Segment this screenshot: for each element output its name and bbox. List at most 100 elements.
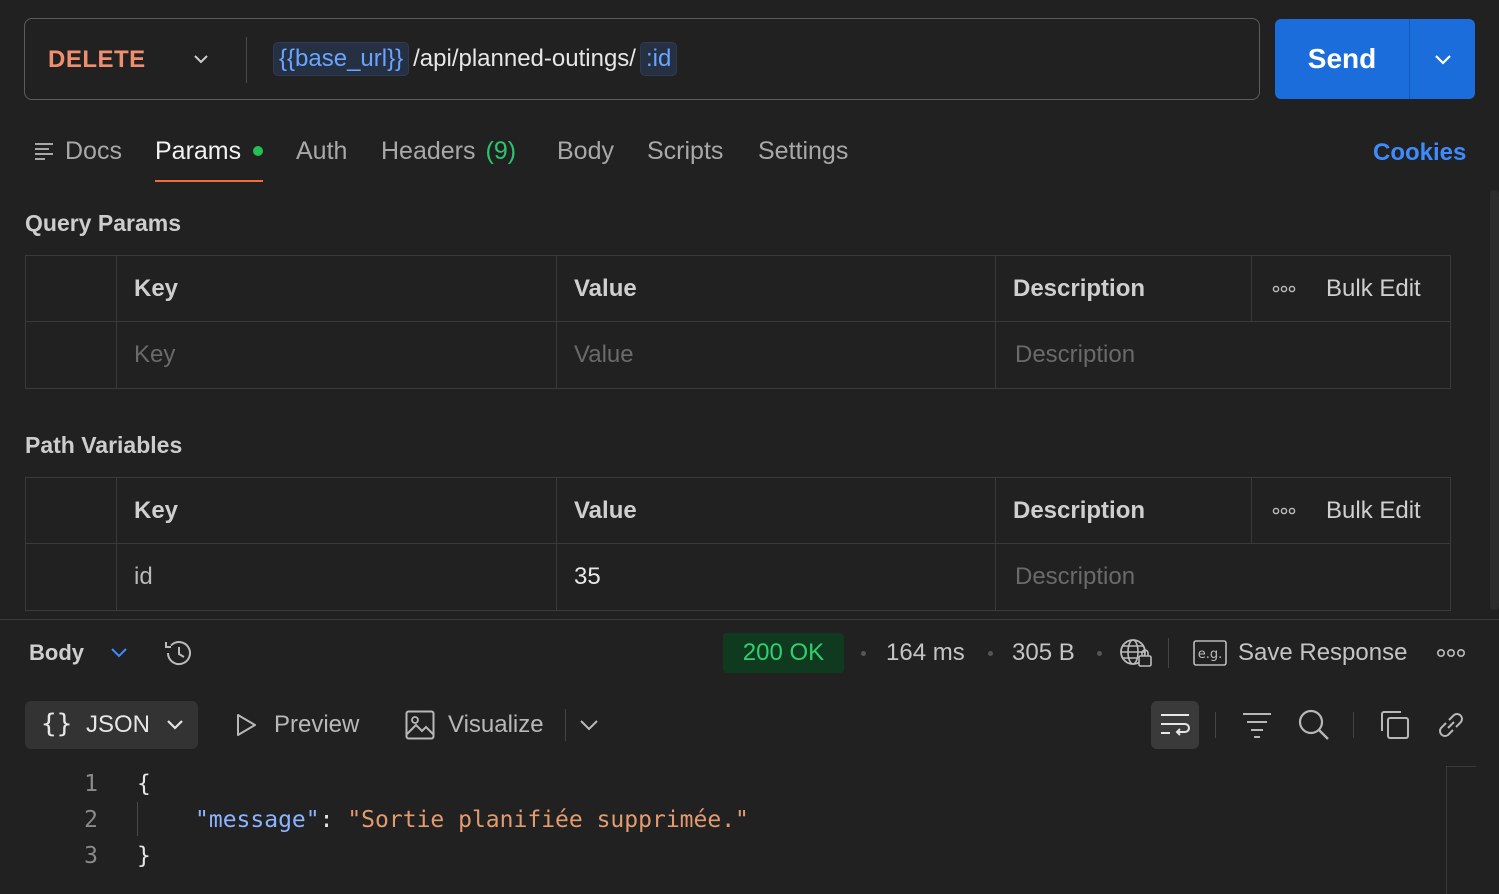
tab-body[interactable]: Body bbox=[557, 134, 614, 168]
preview-button[interactable]: Preview bbox=[274, 711, 359, 739]
filter-icon[interactable] bbox=[1242, 711, 1272, 739]
more-options-icon[interactable] bbox=[1272, 284, 1296, 294]
response-body-label[interactable]: Body bbox=[29, 640, 84, 666]
divider bbox=[1215, 712, 1216, 738]
wrap-lines-icon bbox=[1160, 711, 1190, 739]
example-icon: e.g. bbox=[1193, 640, 1227, 666]
tab-headers[interactable]: Headers (9) bbox=[381, 134, 516, 168]
tab-scripts[interactable]: Scripts bbox=[647, 134, 723, 168]
table-actions: Bulk Edit bbox=[1251, 478, 1451, 544]
tab-settings[interactable]: Settings bbox=[758, 134, 848, 168]
value-input[interactable]: Value bbox=[556, 322, 995, 388]
image-icon[interactable] bbox=[405, 710, 435, 740]
url-variable[interactable]: {{base_url}} bbox=[273, 42, 410, 76]
table-row: Key Value Description bbox=[26, 322, 1450, 388]
path-variables-title: Path Variables bbox=[25, 432, 183, 458]
tab-body-label: Body bbox=[557, 136, 614, 165]
globe-lock-icon[interactable] bbox=[1119, 637, 1155, 669]
description-input[interactable]: Description bbox=[995, 544, 1451, 610]
docs-icon bbox=[33, 140, 55, 162]
url-input[interactable]: {{base_url}} /api/planned-outings/ :id bbox=[273, 42, 678, 76]
table-header-row: Key Value Description Bulk Edit bbox=[26, 478, 1450, 544]
active-indicator-dot bbox=[253, 146, 264, 156]
chevron-down-icon[interactable] bbox=[108, 642, 130, 662]
table-row: id 35 Description bbox=[26, 544, 1450, 610]
format-label: JSON bbox=[86, 711, 151, 738]
row-checkbox-cell bbox=[26, 322, 116, 388]
more-options-icon[interactable] bbox=[1436, 647, 1466, 659]
status-badge[interactable]: 200 OK bbox=[723, 633, 844, 673]
json-value: "Sortie planifiée supprimée." bbox=[347, 807, 749, 833]
divider bbox=[1409, 19, 1410, 99]
tab-auth-label: Auth bbox=[296, 136, 348, 165]
tab-auth[interactable]: Auth bbox=[296, 134, 347, 168]
tab-params-label: Params bbox=[155, 136, 242, 165]
tab-params[interactable]: Params bbox=[155, 134, 264, 168]
visualize-button[interactable]: Visualize bbox=[448, 711, 544, 739]
separator-dot bbox=[988, 651, 993, 656]
link-icon[interactable] bbox=[1434, 708, 1468, 742]
json-colon: : bbox=[319, 807, 348, 833]
key-cell: id bbox=[116, 544, 556, 610]
query-params-table: Key Value Description Bulk Edit Key Valu… bbox=[25, 255, 1451, 389]
save-response-button[interactable]: Save Response bbox=[1238, 639, 1407, 667]
table-header-row: Key Value Description Bulk Edit bbox=[26, 256, 1450, 322]
svg-text:e.g.: e.g. bbox=[1198, 647, 1223, 662]
chevron-down-icon bbox=[165, 717, 185, 733]
tab-settings-label: Settings bbox=[758, 136, 849, 165]
description-input[interactable]: Description bbox=[995, 322, 1451, 388]
format-select[interactable]: {} JSON bbox=[25, 701, 198, 749]
separator-dot bbox=[1097, 651, 1102, 656]
send-button[interactable]: Send bbox=[1275, 19, 1409, 99]
column-header-key: Key bbox=[116, 256, 556, 322]
key-input[interactable]: Key bbox=[116, 322, 556, 388]
checkbox-column bbox=[26, 478, 116, 544]
minimap-border bbox=[1446, 766, 1447, 894]
url-path-param[interactable]: :id bbox=[639, 42, 678, 76]
code-line: } bbox=[137, 843, 151, 869]
cookies-link[interactable]: Cookies bbox=[1373, 139, 1466, 167]
column-header-key: Key bbox=[116, 478, 556, 544]
query-params-title: Query Params bbox=[25, 210, 181, 236]
copy-icon[interactable] bbox=[1379, 709, 1411, 741]
search-icon[interactable] bbox=[1297, 708, 1331, 742]
bulk-edit-button[interactable]: Bulk Edit bbox=[1326, 275, 1421, 303]
table-actions: Bulk Edit bbox=[1251, 256, 1451, 322]
tab-docs-label: Docs bbox=[65, 136, 122, 165]
bulk-edit-button[interactable]: Bulk Edit bbox=[1326, 497, 1421, 525]
play-icon[interactable] bbox=[234, 712, 258, 738]
wrap-lines-button[interactable] bbox=[1151, 701, 1199, 749]
history-icon[interactable] bbox=[162, 636, 196, 670]
url-path: /api/planned-outings/ bbox=[413, 45, 636, 72]
column-header-value: Value bbox=[556, 478, 995, 544]
tab-headers-label: Headers bbox=[381, 136, 476, 165]
response-size[interactable]: 305 B bbox=[1012, 639, 1075, 667]
checkbox-column bbox=[26, 256, 116, 322]
column-header-description: Description bbox=[995, 256, 1251, 322]
divider bbox=[1168, 638, 1169, 668]
column-header-value: Value bbox=[556, 256, 995, 322]
tab-docs[interactable]: Docs bbox=[33, 134, 122, 168]
more-options-icon[interactable] bbox=[1272, 506, 1296, 516]
code-line: "message": "Sortie planifiée supprimée." bbox=[195, 807, 749, 833]
chevron-down-icon[interactable] bbox=[191, 49, 211, 69]
separator-dot bbox=[861, 651, 866, 656]
path-variables-table: Key Value Description Bulk Edit id 35 De… bbox=[25, 477, 1451, 611]
method-select[interactable]: DELETE bbox=[48, 46, 146, 74]
json-key: "message" bbox=[195, 807, 320, 833]
pane-divider[interactable] bbox=[0, 619, 1499, 620]
column-header-description: Description bbox=[995, 478, 1251, 544]
response-time[interactable]: 164 ms bbox=[886, 639, 965, 667]
indent-guide bbox=[137, 802, 138, 836]
headers-count: (9) bbox=[485, 136, 517, 165]
code-line: { bbox=[137, 771, 151, 797]
scrollbar[interactable] bbox=[1490, 190, 1499, 610]
divider bbox=[1353, 712, 1354, 738]
braces-icon: {} bbox=[41, 709, 73, 739]
divider bbox=[565, 709, 566, 741]
value-input[interactable]: 35 bbox=[556, 544, 995, 610]
chevron-down-icon[interactable] bbox=[578, 716, 600, 734]
minimap-border bbox=[1446, 766, 1476, 767]
chevron-down-icon[interactable] bbox=[1432, 49, 1454, 69]
tab-scripts-label: Scripts bbox=[647, 136, 724, 165]
